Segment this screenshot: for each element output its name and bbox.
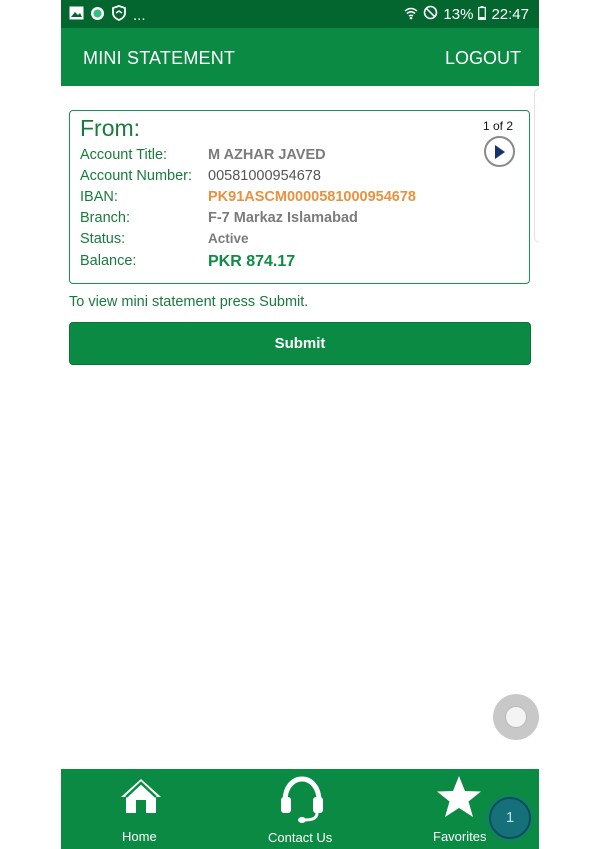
next-account-card-peek[interactable] [534,88,539,243]
status-value: Active [208,231,249,246]
nav-favorites-label: Favorites [433,829,487,844]
iban-label: IBAN: [80,189,118,205]
iban-value: PK91ASCM0000581000954678 [208,189,416,205]
assistive-touch-inner [505,706,527,728]
play-arrow-icon [495,145,505,159]
app-header: MINI STATEMENT LOGOUT [61,28,539,86]
balance-value: PKR 874.17 [208,253,296,270]
assistive-touch-button[interactable] [493,694,539,740]
account-title-label: Account Title: [80,147,168,163]
chat-bubble-badge[interactable]: 1 [489,797,531,839]
submit-button[interactable]: Submit [69,322,531,365]
app-screen: ... 13% 22:47 MINI STATEMENT LOGOUT From… [61,0,539,849]
instruction-text: To view mini statement press Submit. [69,294,309,310]
battery-percent: 13% [443,5,474,23]
wifi-icon [404,6,418,24]
headset-icon [279,775,325,828]
nav-home-label: Home [122,829,157,844]
nav-contact-us-label: Contact Us [268,830,333,845]
nav-home[interactable]: Home [101,769,181,849]
status-label: Status: [80,231,126,247]
home-icon [119,777,163,820]
card-pager: 1 of 2 [482,119,513,133]
image-icon [69,6,84,25]
next-account-button[interactable] [484,136,515,167]
logout-button[interactable]: LOGOUT [445,48,521,69]
green-dot-icon [90,6,105,26]
nav-contact-us[interactable]: Contact Us [257,769,347,849]
more-notifications: ... [133,6,146,24]
balance-label: Balance: [80,253,137,269]
account-number-label: Account Number: [80,168,193,184]
shield-icon [111,5,127,26]
star-icon [436,775,482,824]
do-not-disturb-icon [423,5,438,24]
from-heading: From: [80,115,141,141]
account-number-value: 00581000954678 [208,168,321,184]
battery-icon [478,5,487,24]
account-title-value: M AZHAR JAVED [208,147,326,163]
page-title: MINI STATEMENT [83,48,236,68]
status-indicators: 13% 22:47 [404,5,529,24]
status-bar: ... 13% 22:47 [61,0,539,28]
branch-label: Branch: [80,210,130,226]
branch-value: F-7 Markaz Islamabad [208,210,358,226]
notification-area: ... [69,5,146,26]
account-card: From: 1 of 2 Account Title: M AZHAR JAVE… [69,110,530,284]
bottom-navigation: Home Contact Us Favorites 1 [61,769,539,849]
clock: 22:47 [491,5,529,23]
